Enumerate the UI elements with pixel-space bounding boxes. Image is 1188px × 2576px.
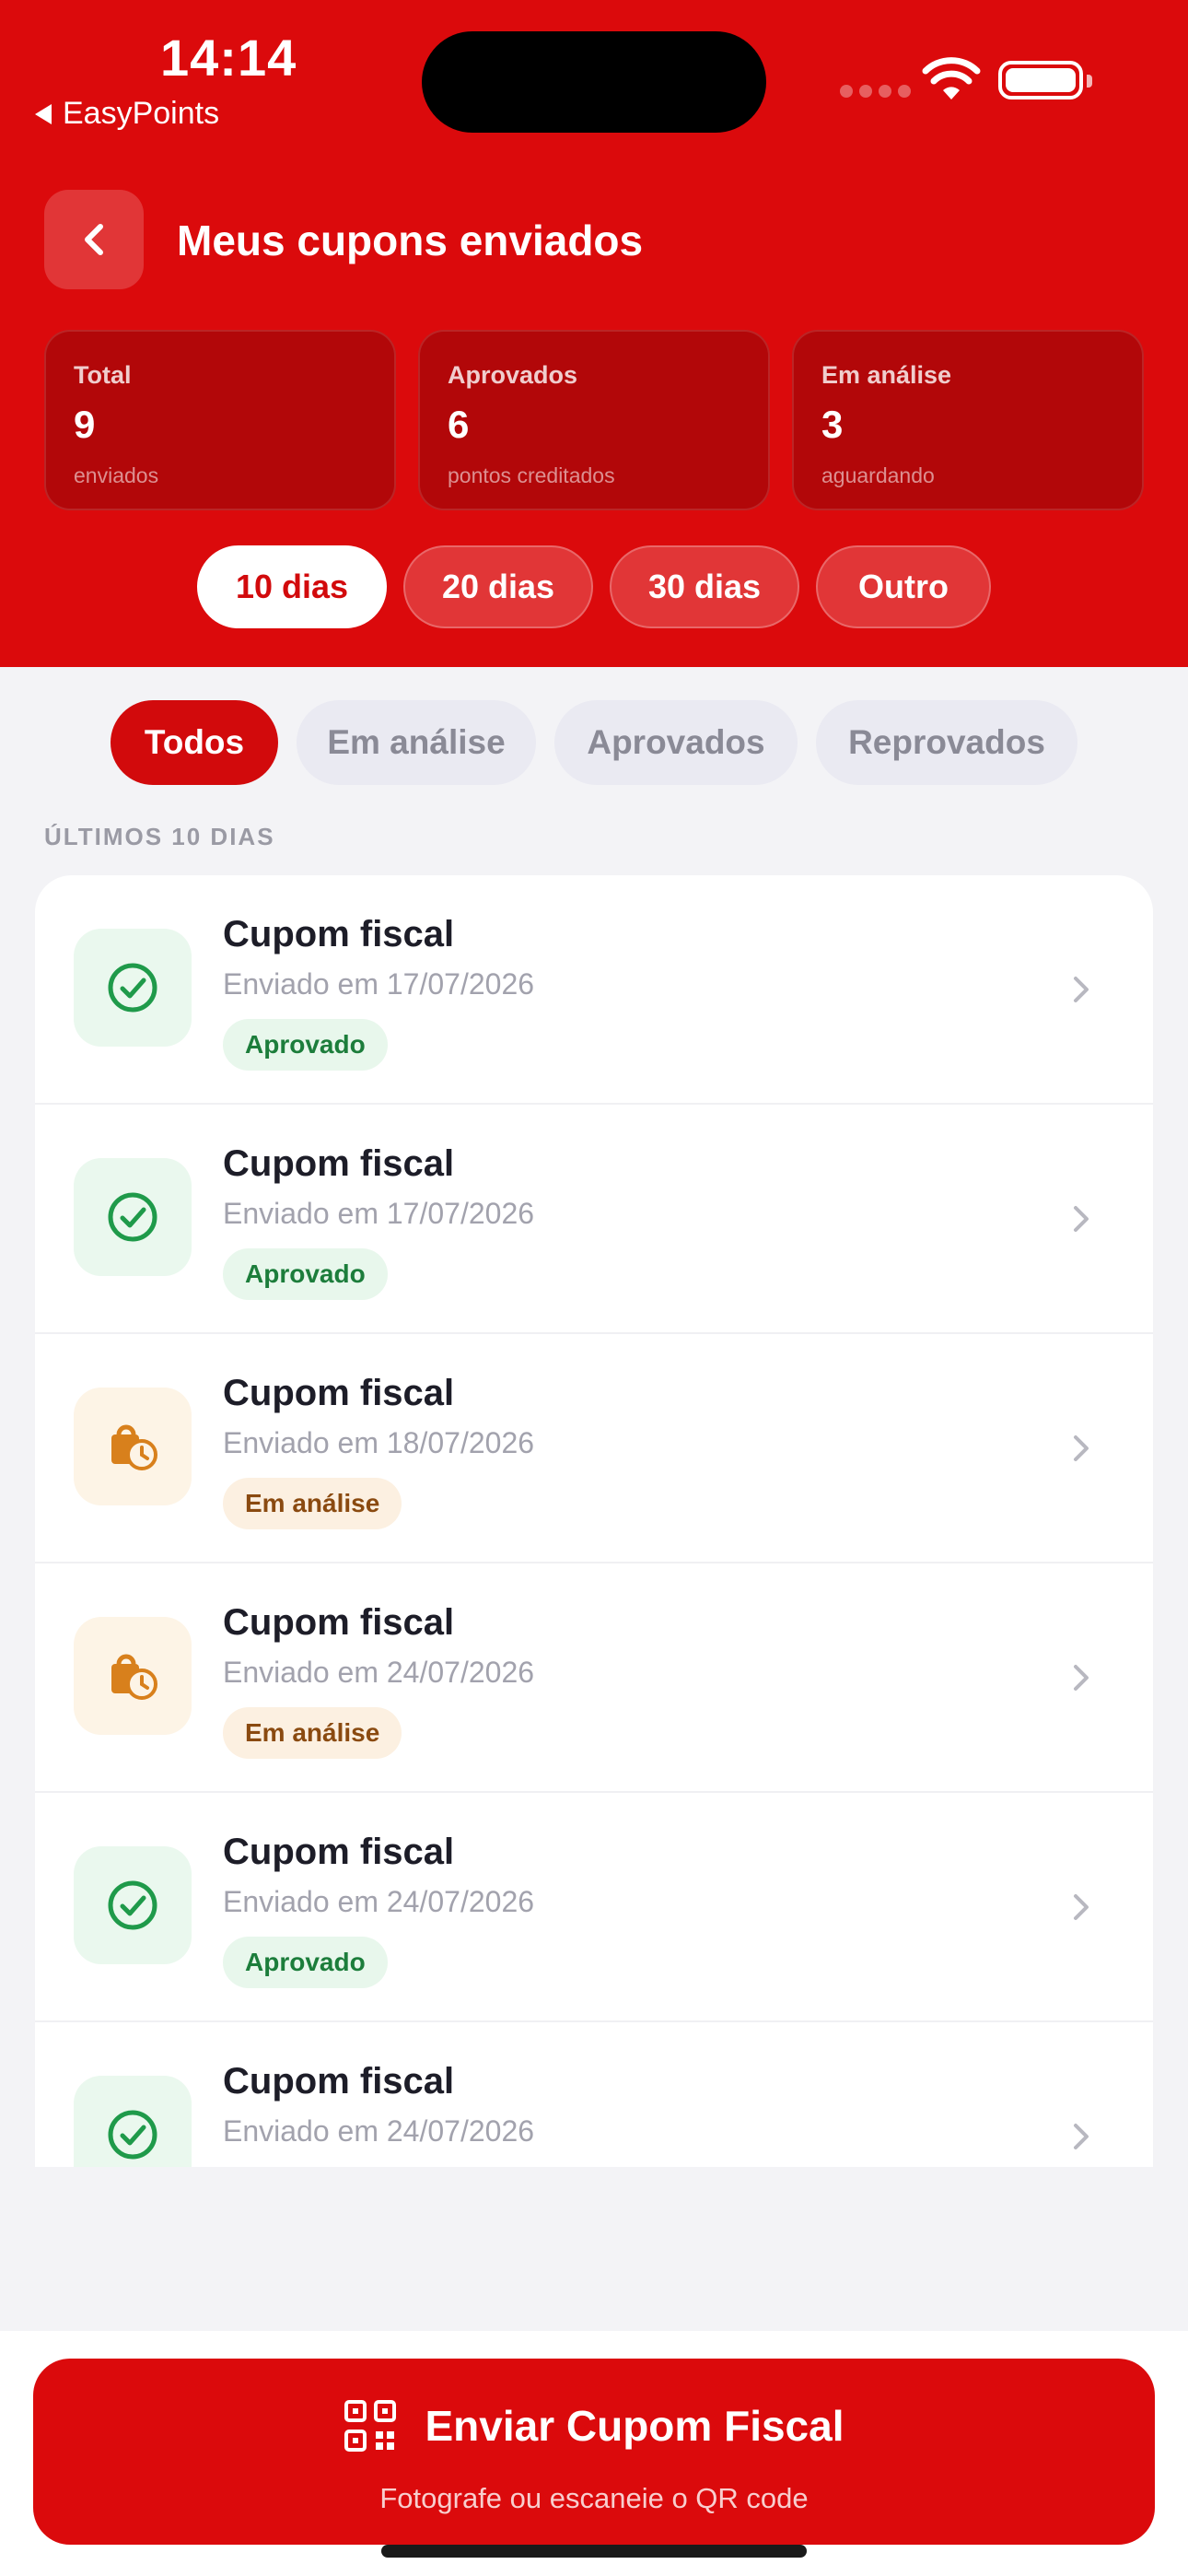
status-badge: Em análise <box>223 1478 402 1529</box>
stat-value: 9 <box>74 403 96 446</box>
stat-card-total: Total 9 enviados <box>44 330 396 510</box>
send-button-label: Enviar Cupom Fiscal <box>425 2402 844 2450</box>
filter-pending[interactable]: Em análise <box>297 700 536 785</box>
back-app-label: EasyPoints <box>63 96 220 131</box>
send-coupon-button[interactable]: Enviar Cupom Fiscal Fotografe ou escanei… <box>33 2359 1155 2545</box>
filter-all[interactable]: Todos <box>111 700 278 785</box>
status-badge: Em análise <box>223 1707 402 1759</box>
status-badge: Aprovado <box>223 1937 388 1988</box>
bag-clock-icon <box>111 1424 157 1470</box>
chevron-right-icon <box>1074 977 1089 1002</box>
stat-label: Total <box>74 361 132 389</box>
back-button[interactable] <box>44 190 144 289</box>
stat-card-pending: Em análise 3 aguardando <box>792 330 1144 510</box>
status-time: 14:14 <box>160 29 297 87</box>
coupon-item[interactable]: Cupom fiscal Enviado em 18/07/2026 Em an… <box>35 1334 1153 1563</box>
dynamic-island <box>422 31 766 133</box>
coupon-title: Cupom fiscal <box>223 1602 455 1643</box>
chevron-right-icon <box>1074 1206 1089 1232</box>
status-badge: Aprovado <box>223 1019 388 1071</box>
back-to-app-link[interactable]: EasyPoints <box>35 96 219 132</box>
cellular-signal-icon <box>840 85 911 98</box>
status-badge: Aprovado <box>223 1248 388 1300</box>
chevron-right-icon <box>1074 1894 1089 1920</box>
coupon-title: Cupom fiscal <box>223 2061 455 2102</box>
filter-approved[interactable]: Aprovados <box>554 700 798 785</box>
coupon-date: Enviado em 24/07/2026 <box>223 2114 535 2148</box>
check-circle-icon <box>108 1192 157 1242</box>
coupon-item[interactable]: Cupom fiscal Enviado em 17/07/2026 Aprov… <box>35 1105 1153 1334</box>
coupon-title: Cupom fiscal <box>223 1373 455 1413</box>
status-icon-box <box>74 1617 192 1735</box>
battery-icon <box>998 61 1092 100</box>
coupon-date: Enviado em 24/07/2026 <box>223 1656 535 1689</box>
status-icon-box <box>74 1846 192 1964</box>
chevron-right-icon <box>1074 1665 1089 1691</box>
coupon-date: Enviado em 24/07/2026 <box>223 1885 535 1918</box>
stat-sub: pontos creditados <box>448 463 615 487</box>
coupon-title: Cupom fiscal <box>223 1143 455 1184</box>
check-circle-icon <box>108 963 157 1013</box>
coupon-title: Cupom fiscal <box>223 1832 455 1872</box>
status-icon-box <box>74 2076 192 2167</box>
qr-code-icon <box>344 2400 397 2452</box>
page-title: Meus cupons enviados <box>177 217 644 264</box>
chevron-right-icon <box>1074 1435 1089 1461</box>
period-10-days[interactable]: 10 dias <box>197 545 387 628</box>
period-20-days[interactable]: 20 dias <box>403 545 593 628</box>
status-icon-box <box>74 1388 192 1505</box>
coupon-item[interactable]: Cupom fiscal Enviado em 24/07/2026 Aprov… <box>35 1793 1153 2022</box>
status-icon-box <box>74 1158 192 1276</box>
home-indicator <box>381 2545 807 2558</box>
send-button-sub: Fotografe ou escaneie o QR code <box>379 2482 809 2514</box>
status-icon-box <box>74 929 192 1047</box>
coupon-item[interactable]: Cupom fiscal Enviado em 24/07/2026 <box>35 2022 1153 2167</box>
stat-card-approved: Aprovados 6 pontos creditados <box>418 330 770 510</box>
section-label: ÚLTIMOS 10 DIAS <box>44 823 275 850</box>
stat-label: Aprovados <box>448 361 578 389</box>
coupon-item[interactable]: Cupom fiscal Enviado em 17/07/2026 Aprov… <box>35 875 1153 1105</box>
coupon-date: Enviado em 17/07/2026 <box>223 1197 535 1230</box>
coupon-title: Cupom fiscal <box>223 914 455 954</box>
stat-sub: aguardando <box>821 463 935 487</box>
coupon-date: Enviado em 17/07/2026 <box>223 967 535 1001</box>
coupon-item[interactable]: Cupom fiscal Enviado em 24/07/2026 Em an… <box>35 1563 1153 1793</box>
stat-sub: enviados <box>74 463 159 487</box>
stat-value: 6 <box>448 403 470 446</box>
stat-value: 3 <box>821 403 844 446</box>
header: 14:14 EasyPoints Meus cupons enviados To… <box>0 0 1188 667</box>
period-30-days[interactable]: 30 dias <box>610 545 799 628</box>
coupon-date: Enviado em 18/07/2026 <box>223 1426 535 1459</box>
wifi-icon <box>922 57 981 100</box>
filter-rejected[interactable]: Reprovados <box>816 700 1077 785</box>
check-circle-icon <box>108 2110 157 2160</box>
chevron-left-icon <box>85 224 103 255</box>
check-circle-icon <box>108 1880 157 1930</box>
bag-clock-icon <box>111 1654 157 1700</box>
back-triangle-icon <box>35 103 52 124</box>
chevron-right-icon <box>1074 2124 1089 2149</box>
stat-label: Em análise <box>821 361 952 389</box>
period-other[interactable]: Outro <box>816 545 991 628</box>
coupon-list: Cupom fiscal Enviado em 17/07/2026 Aprov… <box>35 875 1153 2167</box>
